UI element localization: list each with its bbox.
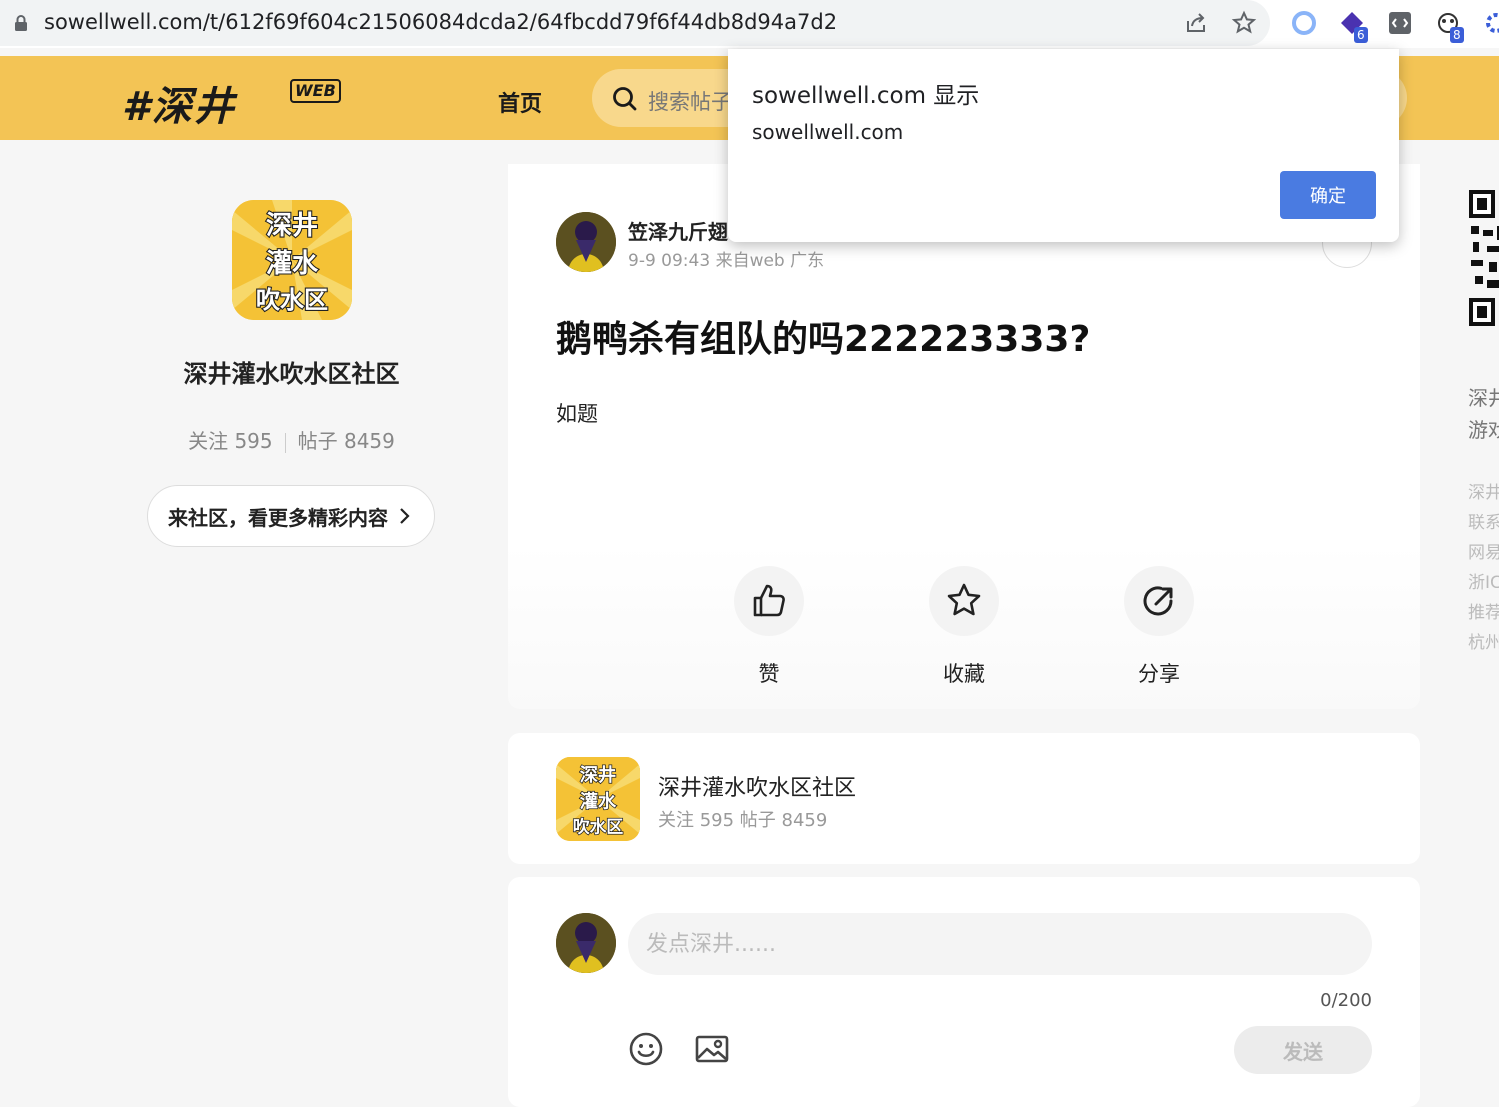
sidebar-links: 深井 联系 网易 浙IC 推荐 杭州 <box>1468 478 1499 658</box>
dialog-title: sowellwell.com 显示 <box>752 83 980 109</box>
sidebar-link[interactable]: 浙IC <box>1468 568 1499 598</box>
author-avatar[interactable] <box>556 212 616 272</box>
svg-text:吹水区: 吹水区 <box>573 817 624 837</box>
author-avatar-image <box>556 212 616 272</box>
lock-icon[interactable] <box>14 15 28 31</box>
share-page-icon[interactable] <box>1182 9 1210 37</box>
svg-text:深井: 深井 <box>266 211 318 241</box>
community-name[interactable]: 深井灌水吹水区社区 <box>0 354 583 389</box>
sidebar-link[interactable]: 网易 <box>1468 538 1499 568</box>
qr-code-image <box>1469 190 1499 326</box>
post-meta: 9-9 09:43 来自web 广东 <box>628 251 825 271</box>
dialog-message: sowellwell.com <box>752 120 904 144</box>
logo-web-badge: WEB <box>290 79 341 103</box>
sidebar-title: 深井 游戏 <box>1468 382 1499 446</box>
chevron-right-icon <box>400 508 410 524</box>
thumbs-up-icon <box>753 584 785 617</box>
visit-community-button[interactable]: 来社区，看更多精彩内容 <box>147 485 435 547</box>
post-count: 帖子 8459 <box>297 429 395 453</box>
star-icon <box>947 583 981 616</box>
comment-input[interactable] <box>628 913 1372 975</box>
community-mini-card[interactable] <box>508 733 1420 864</box>
community-stats: 关注 595 帖子 8459 <box>0 425 583 454</box>
post-title: 鹅鸭杀有组队的吗222223333? <box>556 319 1091 360</box>
url-text[interactable]: sowellwell.com/t/612f69f604c21506084dcda… <box>44 10 837 34</box>
like-button[interactable] <box>734 566 804 636</box>
sidebar-link[interactable]: 杭州 <box>1468 628 1499 658</box>
mini-community-avatar[interactable]: 深井 灌水 吹水区 <box>556 757 640 841</box>
send-button[interactable]: 发送 <box>1234 1026 1372 1074</box>
favorite-button[interactable] <box>929 566 999 636</box>
like-label: 赞 <box>758 662 780 686</box>
follow-count: 关注 595 <box>188 429 273 453</box>
extension-gear-icon[interactable] <box>1482 9 1499 37</box>
share-action[interactable]: 分享 <box>1079 566 1239 688</box>
share-button[interactable] <box>1124 566 1194 636</box>
sidebar-title-line: 深井 <box>1468 386 1499 410</box>
sidebar-link[interactable]: 推荐 <box>1468 598 1499 628</box>
community-avatar[interactable]: 深井 灌水 吹水区 <box>232 200 352 320</box>
favorite-label: 收藏 <box>943 662 985 686</box>
extension-code-icon[interactable] <box>1386 9 1414 37</box>
visit-community-label: 来社区，看更多精彩内容 <box>168 505 388 530</box>
community-logo-image: 深井 灌水 吹水区 <box>232 200 352 320</box>
bookmark-star-icon[interactable] <box>1230 9 1258 37</box>
image-upload-icon[interactable] <box>694 1031 730 1067</box>
extension-badge: 8 <box>1450 27 1464 43</box>
char-counter: 0/200 <box>1320 990 1372 1011</box>
current-user-avatar[interactable] <box>556 913 616 973</box>
post-body: 如题 <box>556 402 598 426</box>
search-icon[interactable] <box>612 86 638 112</box>
search-placeholder[interactable]: 搜索帖子 <box>648 86 732 116</box>
community-logo-image: 深井 灌水 吹水区 <box>556 757 640 841</box>
emoji-icon[interactable] <box>628 1031 664 1067</box>
stats-divider <box>284 432 286 453</box>
nav-home-link[interactable]: 首页 <box>498 86 542 118</box>
share-arrow-icon <box>1143 586 1173 616</box>
svg-text:深井: 深井 <box>580 764 616 786</box>
site-logo[interactable]: #深井 <box>122 74 236 132</box>
sidebar-link[interactable]: 深井 <box>1468 478 1499 508</box>
svg-text:灌水: 灌水 <box>266 249 319 279</box>
extension-badge: 6 <box>1354 27 1368 43</box>
share-label: 分享 <box>1138 662 1180 686</box>
favorite-action[interactable]: 收藏 <box>884 566 1044 688</box>
svg-text:灌水: 灌水 <box>580 790 617 812</box>
author-name[interactable]: 笠泽九斤翅 <box>628 216 728 245</box>
user-avatar-image <box>556 913 616 973</box>
mini-community-stats: 关注 595 帖子 8459 <box>658 810 828 831</box>
dialog-ok-button[interactable]: 确定 <box>1280 171 1376 219</box>
mini-community-name[interactable]: 深井灌水吹水区社区 <box>658 770 856 802</box>
extension-circle-icon[interactable] <box>1290 9 1318 37</box>
like-action[interactable]: 赞 <box>689 566 849 688</box>
sidebar-link[interactable]: 联系 <box>1468 508 1499 538</box>
sidebar-title-line: 游戏 <box>1468 418 1499 442</box>
svg-text:吹水区: 吹水区 <box>256 286 328 314</box>
